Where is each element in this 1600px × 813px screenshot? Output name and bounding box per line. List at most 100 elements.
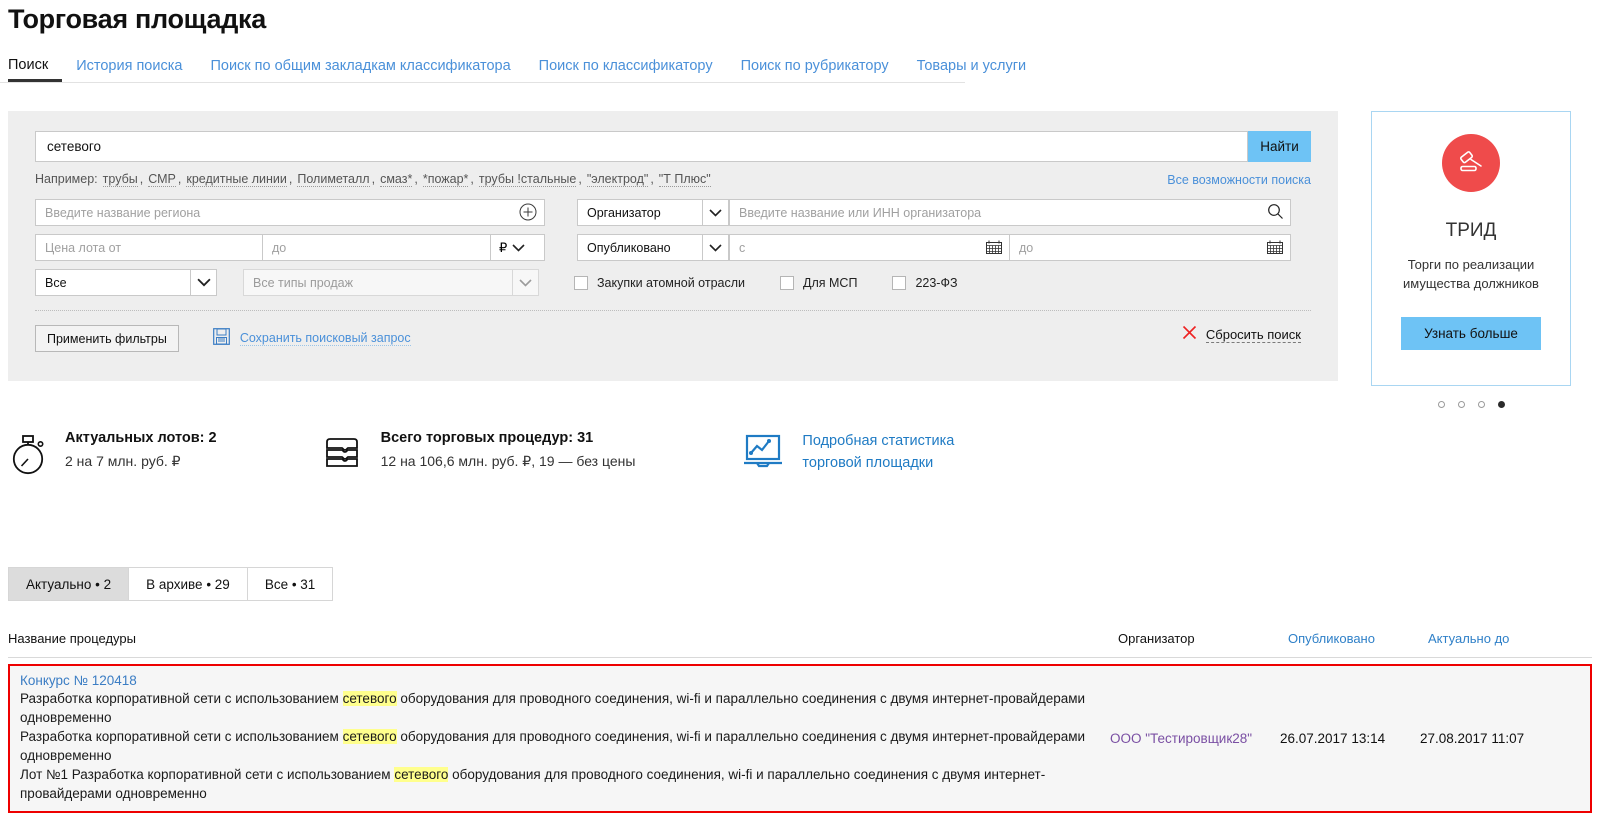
result-tab-all[interactable]: Все • 31 — [247, 567, 334, 601]
carousel-dots — [1371, 401, 1571, 408]
apply-filters-button[interactable]: Применить фильтры — [35, 325, 179, 352]
search-button[interactable]: Найти — [1248, 131, 1311, 162]
search-input[interactable] — [35, 131, 1248, 162]
promo-card[interactable]: ТРИД Торги по реализации имущества должн… — [1371, 111, 1571, 386]
carousel-dot-1[interactable] — [1438, 401, 1445, 408]
search-panel: Найти Например: трубы, СМР, кредитные ли… — [8, 111, 1338, 381]
date-to-input[interactable] — [1010, 234, 1291, 261]
search-highlight: сетевого — [394, 767, 448, 782]
stack-icon — [320, 432, 366, 481]
detailed-statistics-line1: Подробная статистика — [802, 430, 954, 452]
organizer-field-wrap — [729, 199, 1291, 226]
checkbox-223fz[interactable]: 223-ФЗ — [892, 276, 957, 290]
example-link-3[interactable]: кредитные линии — [186, 172, 287, 187]
save-query-link[interactable]: Сохранить поисковый запрос — [213, 328, 411, 350]
reset-search-label: Сбросить поиск — [1206, 327, 1301, 343]
save-query-label: Сохранить поисковый запрос — [240, 331, 411, 346]
result-tab-archive[interactable]: В архиве • 29 — [128, 567, 248, 601]
tab-classifier-bookmarks[interactable]: Поиск по общим закладкам классификатора — [196, 59, 524, 83]
price-to-input[interactable] — [263, 234, 491, 261]
detailed-statistics-link[interactable]: Подробная статистика торговой площадки — [743, 430, 954, 477]
stat-subtitle: 2 на 7 млн. руб. ₽ — [65, 453, 217, 470]
reset-search-link[interactable]: Сбросить поиск — [1182, 325, 1301, 345]
currency-select[interactable]: ₽ — [491, 234, 545, 261]
chevron-down-icon — [512, 244, 525, 252]
column-header-organizer: Организатор — [1118, 631, 1288, 646]
published-filter-value: Опубликовано — [578, 241, 702, 255]
example-link-2[interactable]: СМР — [148, 172, 176, 187]
date-from-wrap — [729, 234, 1010, 261]
examples-label: Например: — [35, 172, 98, 186]
statistics-bar: Актуальных лотов: 2 2 на 7 млн. руб. ₽ В… — [0, 430, 1600, 481]
carousel-dot-2[interactable] — [1458, 401, 1465, 408]
column-header-name: Название процедуры — [8, 631, 1118, 646]
stopwatch-icon — [8, 432, 50, 481]
calendar-icon[interactable] — [1267, 240, 1283, 259]
checkbox-box[interactable] — [892, 276, 906, 290]
checkbox-box[interactable] — [780, 276, 794, 290]
published-filter-select[interactable]: Опубликовано — [577, 234, 729, 261]
procedure-description-3: Лот №1 Разработка корпоративной сети с и… — [20, 765, 1100, 803]
promo-carousel: ТРИД Торги по реализации имущества должн… — [1371, 111, 1571, 408]
tab-classifier-search[interactable]: Поиск по классификатору — [525, 59, 727, 83]
carousel-dot-3[interactable] — [1478, 401, 1485, 408]
stat-total-procedures: Всего торговых процедур: 31 12 на 106,6 … — [320, 430, 636, 481]
chart-laptop-icon — [743, 432, 787, 477]
search-section: Найти Например: трубы, СМР, кредитные ли… — [0, 111, 1600, 408]
table-header: Название процедуры Организатор Опубликов… — [8, 631, 1592, 658]
currency-value: ₽ — [491, 240, 512, 256]
date-to-wrap — [1010, 234, 1291, 261]
stat-actual-lots: Актуальных лотов: 2 2 на 7 млн. руб. ₽ — [8, 430, 217, 481]
calendar-icon[interactable] — [986, 240, 1002, 259]
search-row: Найти — [35, 131, 1311, 162]
example-link-6[interactable]: *пожар* — [423, 172, 469, 187]
column-header-actual-until[interactable]: Актуально до — [1428, 631, 1568, 646]
search-icon[interactable] — [1267, 203, 1284, 225]
example-link-4[interactable]: Полиметалл — [297, 172, 369, 187]
region-input[interactable] — [35, 199, 545, 226]
checkbox-msp[interactable]: Для МСП — [780, 276, 857, 290]
organizer-input[interactable] — [729, 199, 1291, 226]
date-from-input[interactable] — [729, 234, 1010, 261]
floppy-disk-icon — [213, 328, 230, 350]
stat-subtitle: 12 на 106,6 млн. руб. ₽, 19 — без цены — [381, 453, 636, 470]
search-highlight: сетевого — [343, 691, 397, 706]
price-from-input[interactable] — [35, 234, 263, 261]
cell-published: 26.07.2017 13:14 — [1280, 666, 1420, 811]
result-tab-actual[interactable]: Актуально • 2 — [8, 567, 129, 601]
gavel-icon — [1442, 134, 1500, 192]
example-link-1[interactable]: трубы — [103, 172, 138, 187]
detailed-statistics-line2: торговой площадки — [802, 452, 954, 474]
example-link-9[interactable]: "Т Плюс" — [659, 172, 711, 187]
page-title: Торговая площадка — [0, 0, 1600, 35]
tab-search-history[interactable]: История поиска — [62, 59, 196, 83]
example-link-8[interactable]: "электрод" — [587, 172, 648, 187]
checkbox-box[interactable] — [574, 276, 588, 290]
search-highlight: сетевого — [343, 729, 397, 744]
table-row[interactable]: Конкурс № 120418 Разработка корпоративно… — [8, 664, 1592, 813]
tab-rubricator-search[interactable]: Поиск по рубрикатору — [727, 59, 903, 83]
procedure-link[interactable]: Конкурс № 120418 — [20, 673, 1100, 688]
tab-goods-and-services[interactable]: Товары и услуги — [903, 59, 1040, 83]
column-header-published[interactable]: Опубликовано — [1288, 631, 1428, 646]
organizer-type-select[interactable]: Организатор — [577, 199, 729, 226]
add-region-icon[interactable] — [519, 203, 537, 221]
desc-pre: Лот №1 Разработка корпоративной сети с и… — [20, 767, 394, 782]
sale-type-select[interactable]: Все типы продаж — [243, 269, 539, 296]
procedure-description-2: Разработка корпоративной сети с использо… — [20, 727, 1100, 765]
carousel-dot-4[interactable] — [1498, 401, 1505, 408]
filter-row-type-checkboxes: Все Все типы продаж Закупки атомной отра… — [35, 269, 1311, 296]
promo-learn-more-button[interactable]: Узнать больше — [1401, 317, 1541, 350]
checkbox-atomic-industry[interactable]: Закупки атомной отрасли — [574, 276, 745, 290]
filter-row-region: Организатор — [35, 199, 1311, 226]
all-select[interactable]: Все — [35, 269, 217, 296]
organizer-type-value: Организатор — [578, 206, 702, 220]
example-link-5[interactable]: смаз* — [380, 172, 412, 187]
desc-pre: Разработка корпоративной сети с использо… — [20, 729, 343, 744]
example-link-7[interactable]: трубы !стальные — [479, 172, 576, 187]
tab-search[interactable]: Поиск — [8, 58, 62, 83]
checkbox-label: Для МСП — [803, 276, 857, 290]
cell-organizer[interactable]: ООО "Тестировщик28" — [1110, 666, 1280, 811]
search-examples: Например: трубы, СМР, кредитные линии, П… — [35, 172, 1311, 187]
all-search-options-link[interactable]: Все возможности поиска — [1167, 173, 1311, 187]
